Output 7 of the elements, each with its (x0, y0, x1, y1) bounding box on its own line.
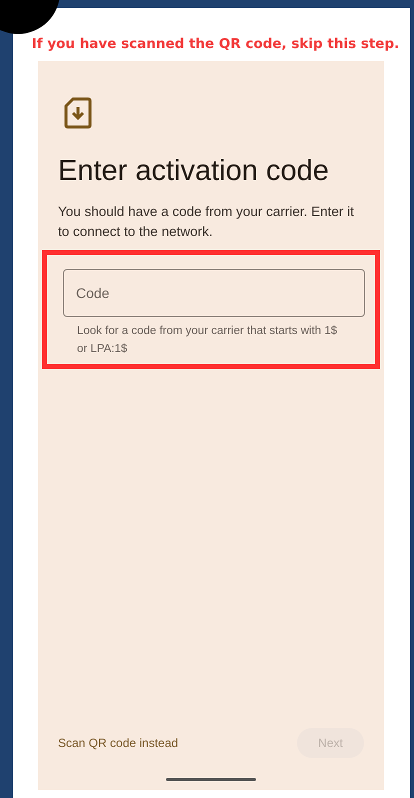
sim-download-icon (64, 97, 92, 129)
instruction-text: If you have scanned the QR code, skip this step. (32, 35, 400, 53)
description-text: You should have a code from your carrier. Enter it to connect to the network. (58, 203, 355, 241)
screen-title: Enter activation code (58, 155, 330, 188)
code-input-field[interactable]: Code (63, 269, 365, 317)
helper-text: Look for a code from your carrier that starts with 1$ or LPA:1$ (77, 324, 338, 357)
scan-qr-link[interactable]: Scan QR code instead (58, 736, 178, 750)
